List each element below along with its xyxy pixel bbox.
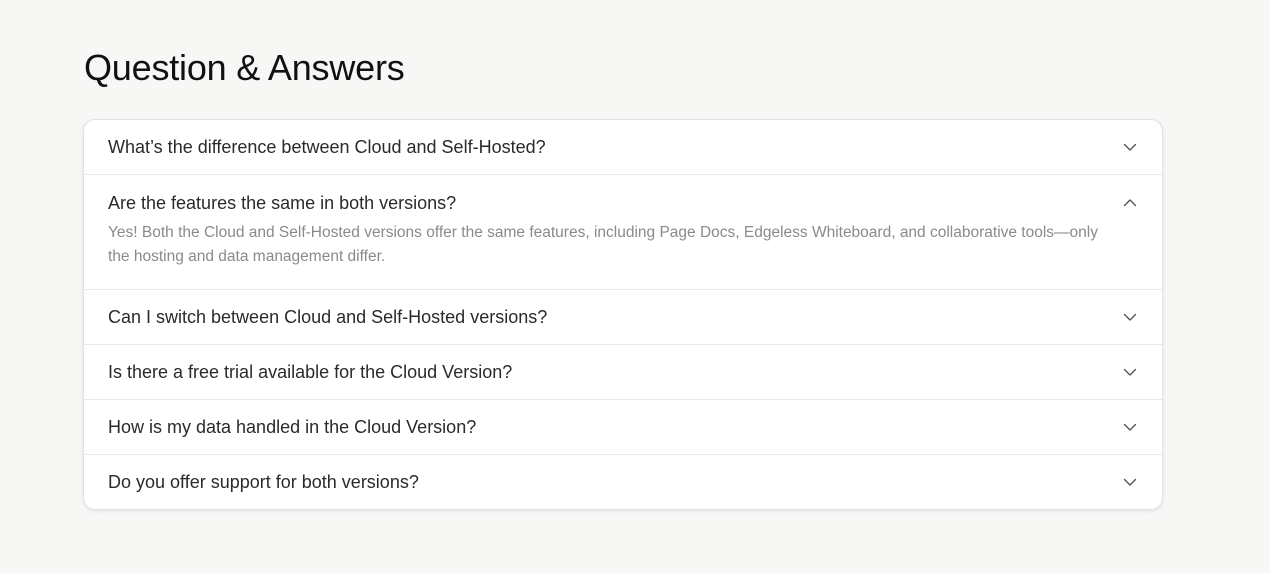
chevron-down-icon [1123, 143, 1137, 151]
faq-answer: Yes! Both the Cloud and Self-Hosted vers… [108, 224, 1098, 265]
faq-question-toggle[interactable]: What’s the difference between Cloud and … [84, 120, 1162, 174]
faq-item-expanded: Are the features the same in both versio… [84, 174, 1162, 289]
faq-item: What’s the difference between Cloud and … [84, 120, 1162, 174]
faq-question-toggle[interactable]: Do you offer support for both versions? [84, 455, 1162, 509]
page-title: Question & Answers [84, 47, 405, 88]
chevron-down-icon [1123, 368, 1137, 376]
page: Question & Answers What’s the difference… [0, 0, 1270, 573]
faq-item: How is my data handled in the Cloud Vers… [84, 399, 1162, 454]
faq-question-toggle[interactable]: Are the features the same in both versio… [84, 175, 1162, 215]
faq-question-toggle[interactable]: How is my data handled in the Cloud Vers… [84, 400, 1162, 454]
chevron-down-icon [1123, 313, 1137, 321]
chevron-down-icon [1123, 478, 1137, 486]
chevron-down-icon [1123, 423, 1137, 431]
faq-question: Are the features the same in both versio… [108, 193, 457, 213]
faq-question-toggle[interactable]: Is there a free trial available for the … [84, 345, 1162, 399]
chevron-up-icon [1123, 199, 1137, 207]
faq-question: Can I switch between Cloud and Self-Host… [108, 307, 548, 327]
faq-question: Do you offer support for both versions? [108, 472, 419, 492]
faq-item: Can I switch between Cloud and Self-Host… [84, 289, 1162, 344]
faq-item: Do you offer support for both versions? [84, 454, 1162, 509]
faq-question: Is there a free trial available for the … [108, 362, 513, 382]
faq-question: How is my data handled in the Cloud Vers… [108, 417, 477, 437]
faq-question: What’s the difference between Cloud and … [108, 137, 546, 157]
faq-question-toggle[interactable]: Can I switch between Cloud and Self-Host… [84, 290, 1162, 344]
faq-item: Is there a free trial available for the … [84, 344, 1162, 399]
faq-accordion: What’s the difference between Cloud and … [83, 119, 1163, 510]
